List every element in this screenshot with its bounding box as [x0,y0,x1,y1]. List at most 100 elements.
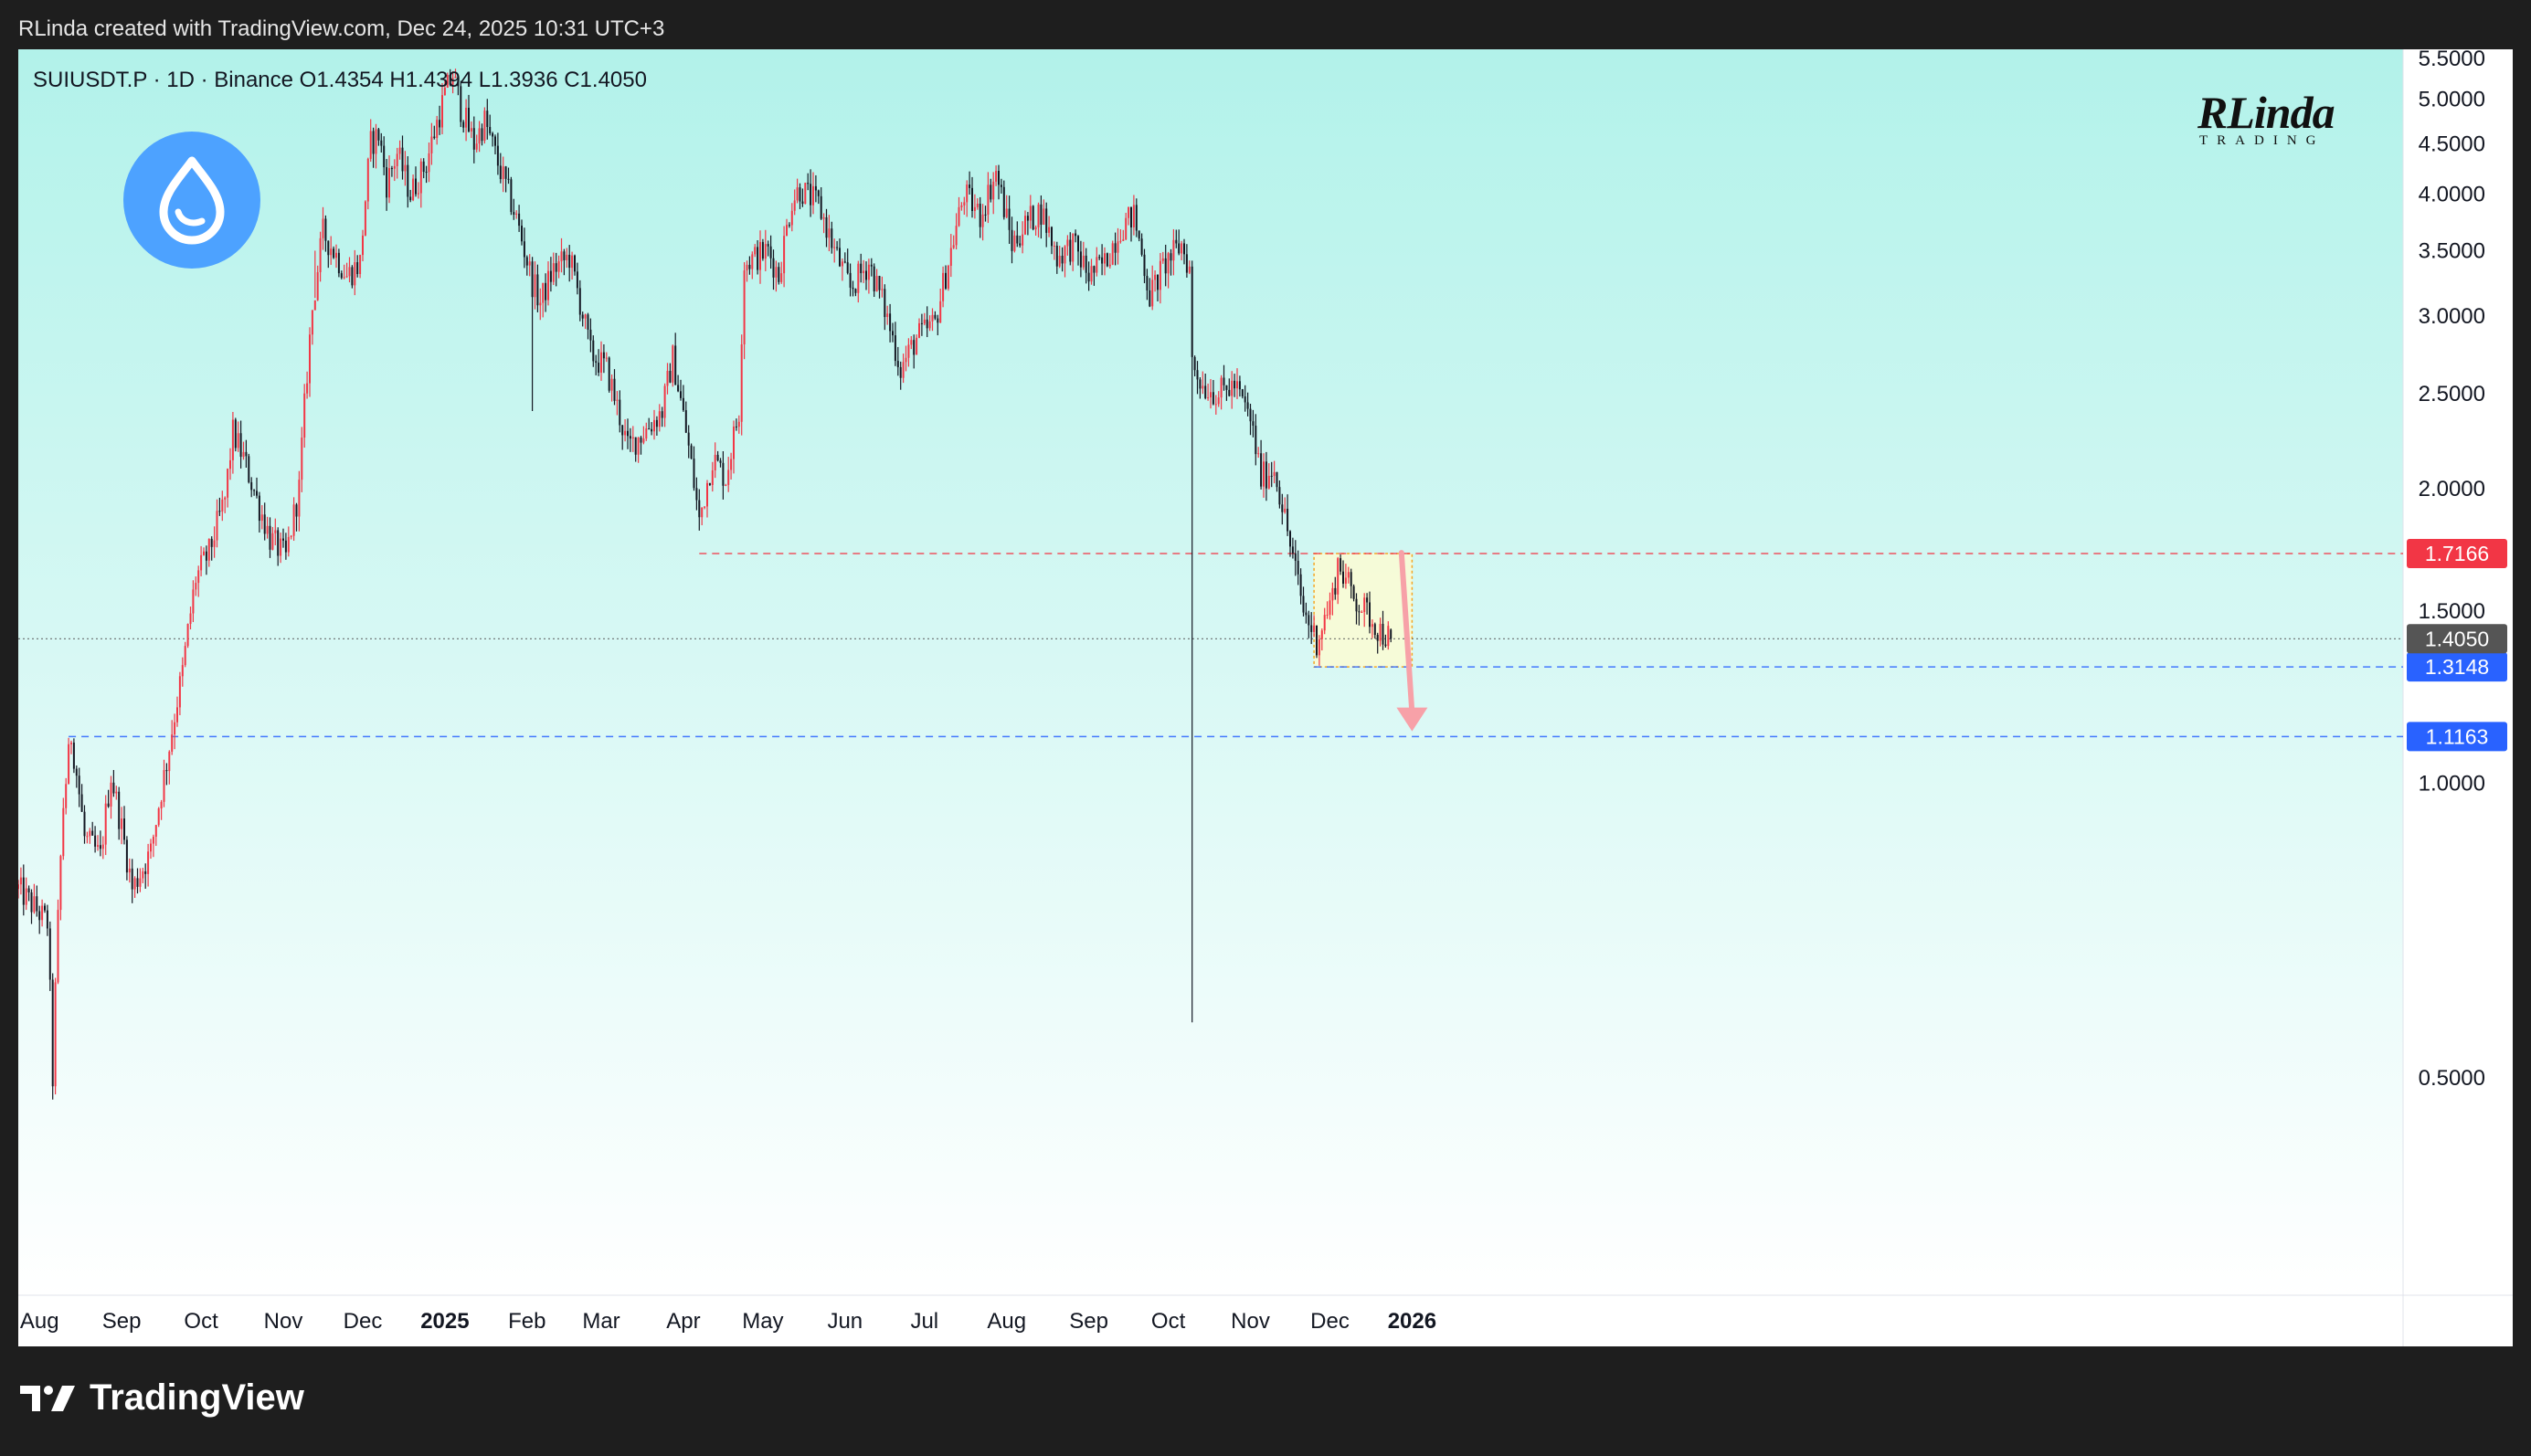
candle-body [619,399,621,426]
candle-body [97,845,99,847]
candle-body [955,226,958,246]
candle-body [695,488,698,501]
candle-body [1199,379,1202,389]
candle-body [224,497,227,500]
candle-body [1276,471,1278,488]
candle-body [571,255,574,269]
candle-body [393,165,396,169]
candle-body [513,212,515,216]
candle-body [171,734,174,752]
candle-body [372,131,375,154]
candle-body [889,313,892,332]
candle-body [1212,392,1214,405]
candle-body [1029,206,1032,221]
candle-body [348,267,351,277]
chart-frame[interactable]: 5.5000 5.0000 4.5000 4.0000 3.5000 3.0000 2.50… [18,49,2513,1346]
candle-body [608,357,610,391]
price-axis-tick-label: 5.0000 [2419,87,2485,111]
candle-body [1313,625,1316,632]
candle-body [415,178,417,195]
candle-body [486,111,489,128]
candle-body [1329,600,1331,616]
candle-body [345,276,348,278]
candle-body [354,262,356,286]
candle-body [1183,243,1185,255]
candle-body [576,271,578,289]
candle-body [719,460,722,463]
candle-body [1058,255,1061,267]
candle-body [401,147,404,172]
price-level-tag-label: 1.7166 [2425,542,2489,565]
candle-body [663,385,666,418]
candle-body [595,361,598,364]
candle-body [176,707,178,723]
candle-body [1244,396,1246,403]
candle-body [1069,239,1072,262]
candle-body [1000,185,1002,187]
candle-body [1305,612,1308,616]
candle-body [83,811,86,837]
candle-body [131,868,133,890]
candle-body [1281,504,1284,512]
candle-body [1193,356,1196,371]
price-chart[interactable]: 5.5000 5.0000 4.5000 4.0000 3.5000 3.0000 2.50… [18,49,2513,1346]
candle-body [351,267,354,286]
candle-body [48,928,51,980]
candle-body [144,870,147,874]
candle-body [923,319,926,324]
candle-body [1204,385,1207,398]
time-axis-tick-label: Jun [827,1309,863,1334]
candle-body [309,334,311,384]
candle-body [195,583,197,590]
candle-body [934,314,937,319]
time-axis-tick-label: Nov [264,1309,303,1334]
candle-body [539,302,542,306]
tradingview-brand[interactable]: TradingView [20,1377,304,1419]
candle-body [38,911,41,921]
candle-body [287,536,290,553]
candle-body [589,329,592,341]
candle-body [759,241,761,270]
candle-body [104,803,107,845]
candle-body [563,251,566,260]
candle-body [492,132,494,137]
candle-body [107,803,110,807]
candle-body [1048,227,1051,233]
candle-body [905,357,907,363]
candle-body [489,127,492,133]
candle-body [942,272,945,301]
candle-body [1130,206,1132,227]
candle-body [409,196,412,201]
candle-body [112,782,115,794]
candle-body [189,613,192,625]
candle-body [979,203,981,227]
candle-body [229,459,231,470]
candle-body [142,870,144,879]
candle-body [1013,235,1016,251]
candle-body [343,277,345,279]
candle-body [778,267,780,282]
candle-body [507,178,510,180]
candle-body [812,185,814,206]
symbol-ohlc-legend[interactable]: SUIUSDT.P · 1D · Binance O1.4354 H1.4394… [33,68,647,93]
candle-body [764,244,767,259]
candle-body [250,481,253,491]
candle-body [1257,453,1260,455]
candle-body [165,770,168,772]
candle-body [894,335,896,362]
candle-body [306,383,309,394]
candle-body [714,454,716,470]
candle-body [186,624,189,647]
candle-body [849,272,852,288]
candle-body [258,495,260,522]
candle-body [884,289,886,318]
candle-body [701,507,704,518]
candle-body [1082,255,1085,268]
candle-body [125,839,128,873]
candle-body [19,877,22,885]
candle-body [242,451,245,458]
candle-body [65,784,68,808]
candle-body [733,426,735,459]
candle-body [557,261,560,272]
candle-body [1002,186,1005,217]
